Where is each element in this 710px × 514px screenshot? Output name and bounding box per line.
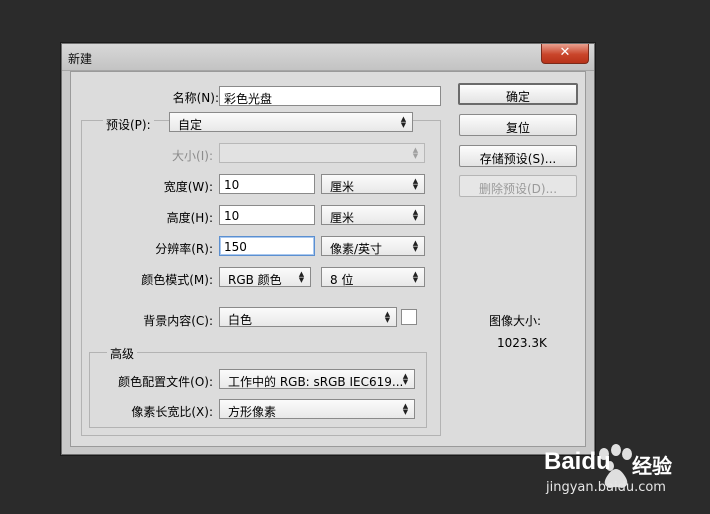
width-input[interactable]: 10 — [219, 174, 315, 194]
color-profile-select[interactable]: 工作中的 RGB: sRGB IEC619... ▲ ▼ — [219, 369, 415, 389]
dialog-title: 新建 — [68, 52, 93, 66]
preset-label: 预设(P): — [103, 116, 154, 133]
select-arrows-icon: ▲ ▼ — [412, 270, 419, 284]
color-mode-value: RGB 颜色 — [228, 273, 282, 287]
dialog-body: 名称(N): 彩色光盘 预设(P): 自定 ▲ ▼ 大小(I): ▲ ▼ 宽度(W)… — [70, 71, 586, 447]
select-arrows-icon: ▲ ▼ — [412, 146, 419, 160]
select-arrows-icon: ▲ ▼ — [412, 208, 419, 222]
resolution-unit-select[interactable]: 像素/英寸 ▲ ▼ — [321, 236, 425, 256]
pixel-aspect-label: 像素长宽比(X): — [131, 405, 213, 419]
select-arrows-icon: ▲ ▼ — [298, 270, 305, 284]
width-label: 宽度(W): — [163, 180, 213, 194]
width-unit-select[interactable]: 厘米 ▲ ▼ — [321, 174, 425, 194]
close-button[interactable]: ✕ — [541, 44, 589, 64]
new-document-dialog: 新建 ✕ 名称(N): 彩色光盘 预设(P): 自定 ▲ ▼ 大小(I): ▲ ▼ … — [61, 43, 595, 455]
resolution-label: 分辨率(R): — [155, 242, 213, 256]
name-input[interactable]: 彩色光盘 — [219, 86, 441, 106]
select-arrows-icon: ▲ ▼ — [384, 310, 391, 324]
select-arrows-icon: ▲ ▼ — [402, 402, 409, 416]
width-unit-value: 厘米 — [330, 180, 355, 194]
dialog-titlebar[interactable]: 新建 ✕ — [62, 44, 594, 71]
select-arrows-icon: ▲ ▼ — [412, 177, 419, 191]
resolution-input[interactable]: 150 — [219, 236, 315, 256]
background-color-swatch[interactable] — [401, 309, 417, 325]
image-size-value: 1023.3K — [497, 336, 547, 350]
height-unit-select[interactable]: 厘米 ▲ ▼ — [321, 205, 425, 225]
baidu-jingyan-watermark: Baidu 经验 jingyan.baidu.com — [540, 440, 700, 502]
image-size-label: 图像大小: — [489, 314, 542, 328]
advanced-title: 高级 — [107, 345, 138, 362]
delete-preset-button[interactable]: 删除预设(D)... — [459, 175, 577, 197]
color-profile-label: 颜色配置文件(O): — [118, 375, 213, 389]
background-label: 背景内容(C): — [143, 314, 213, 328]
select-arrows-icon: ▲ ▼ — [402, 372, 409, 386]
color-profile-value: 工作中的 RGB: sRGB IEC619... — [228, 375, 404, 389]
background-select[interactable]: 白色 ▲ ▼ — [219, 307, 397, 327]
height-unit-value: 厘米 — [330, 211, 355, 225]
save-preset-button[interactable]: 存储预设(S)... — [459, 145, 577, 167]
pixel-aspect-value: 方形像素 — [228, 405, 277, 419]
watermark-brand-cn: 经验 — [632, 454, 672, 478]
color-mode-label: 颜色模式(M): — [141, 273, 213, 287]
ok-button[interactable]: 确定 — [458, 83, 578, 105]
pixel-aspect-select[interactable]: 方形像素 ▲ ▼ — [219, 399, 415, 419]
preset-select-value: 自定 — [178, 118, 203, 132]
watermark-brand: Baidu — [544, 448, 611, 475]
name-label: 名称(N): — [172, 91, 219, 105]
watermark-url: jingyan.baidu.com — [546, 480, 666, 495]
select-arrows-icon: ▲ ▼ — [400, 115, 407, 129]
resolution-unit-value: 像素/英寸 — [330, 242, 383, 256]
size-label: 大小(I): — [172, 149, 213, 163]
select-arrows-icon: ▲ ▼ — [412, 239, 419, 253]
preset-select[interactable]: 自定 ▲ ▼ — [169, 112, 413, 132]
height-input[interactable]: 10 — [219, 205, 315, 225]
height-label: 高度(H): — [166, 211, 213, 225]
background-value: 白色 — [228, 313, 253, 327]
bit-depth-value: 8 位 — [330, 273, 354, 287]
color-mode-select[interactable]: RGB 颜色 ▲ ▼ — [219, 267, 311, 287]
reset-button[interactable]: 复位 — [459, 114, 577, 136]
size-select[interactable]: ▲ ▼ — [219, 143, 425, 163]
bit-depth-select[interactable]: 8 位 ▲ ▼ — [321, 267, 425, 287]
